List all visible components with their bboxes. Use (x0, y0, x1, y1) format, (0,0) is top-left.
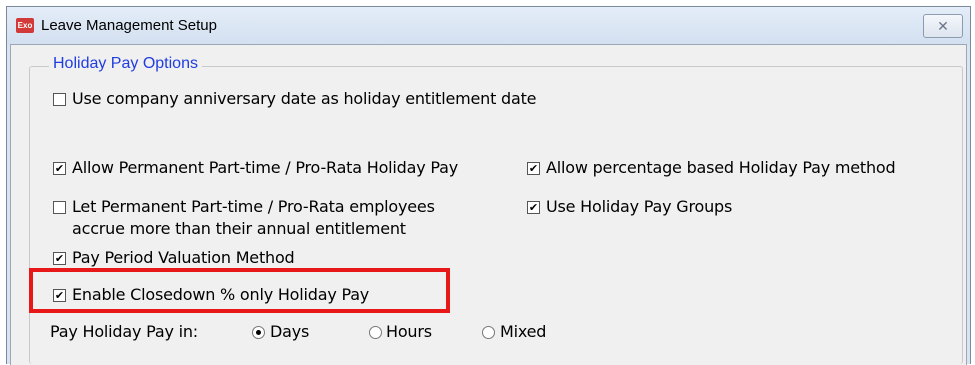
highlight-box (29, 268, 450, 313)
window-title: Leave Management Setup (41, 17, 217, 34)
let-accrue-label-line2[interactable]: accrue more than their annual entitlemen… (72, 219, 406, 238)
allow-prorata-label[interactable]: Allow Permanent Part-time / Pro-Rata Hol… (72, 158, 458, 177)
app-icon: Exo (16, 18, 34, 33)
days-radio[interactable] (252, 326, 265, 339)
let-accrue-checkbox[interactable] (53, 201, 66, 214)
allow-percentage-label[interactable]: Allow percentage based Holiday Pay metho… (546, 158, 896, 177)
mixed-radio[interactable] (482, 326, 495, 339)
pay-in-label: Pay Holiday Pay in: (50, 322, 198, 341)
allow-prorata-checkbox[interactable]: ✔ (53, 162, 66, 175)
hours-radio[interactable] (369, 326, 382, 339)
title-bar[interactable]: Exo Leave Management Setup ✕ (7, 7, 970, 45)
anniversary-label[interactable]: Use company anniversary date as holiday … (72, 89, 537, 108)
group-title: Holiday Pay Options (49, 55, 202, 73)
hours-radio-label[interactable]: Hours (386, 322, 432, 341)
anniversary-checkbox[interactable] (53, 93, 66, 106)
days-radio-label[interactable]: Days (270, 322, 309, 341)
pay-period-valuation-checkbox[interactable]: ✔ (53, 252, 66, 265)
use-groups-label[interactable]: Use Holiday Pay Groups (546, 197, 732, 216)
mixed-radio-label[interactable]: Mixed (500, 322, 546, 341)
let-accrue-label-line1[interactable]: Let Permanent Part-time / Pro-Rata emplo… (72, 197, 435, 216)
close-button[interactable]: ✕ (923, 14, 963, 38)
allow-percentage-checkbox[interactable]: ✔ (527, 162, 540, 175)
use-groups-checkbox[interactable]: ✔ (527, 201, 540, 214)
pay-period-valuation-label[interactable]: Pay Period Valuation Method (72, 248, 295, 267)
